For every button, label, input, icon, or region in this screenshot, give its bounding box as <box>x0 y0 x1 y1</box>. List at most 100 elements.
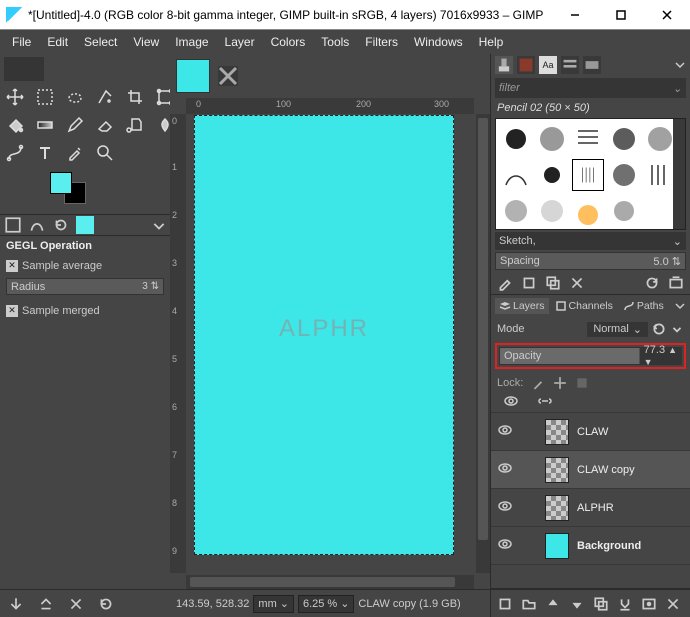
menu-select[interactable]: Select <box>76 31 125 53</box>
delete-tool-preset-icon[interactable] <box>68 596 84 612</box>
path-tool-icon[interactable] <box>6 144 24 162</box>
dock-menu-icon[interactable] <box>152 218 166 232</box>
canvas-scrollbar-horizontal[interactable] <box>186 575 474 589</box>
tab-paths[interactable]: Paths <box>619 298 668 314</box>
zoom-tool-icon[interactable] <box>96 144 114 162</box>
new-layer-group-icon[interactable] <box>521 596 537 612</box>
layer-name[interactable]: ALPHR <box>577 502 614 514</box>
clone-tool-icon[interactable] <box>126 116 144 134</box>
foreground-color[interactable] <box>50 172 72 194</box>
layer-name[interactable]: CLAW <box>577 426 608 438</box>
close-button[interactable] <box>644 0 690 30</box>
tab-channels[interactable]: Channels <box>551 298 617 314</box>
layer-row[interactable]: CLAW copy <box>491 451 690 489</box>
lock-pixels-icon[interactable] <box>531 376 545 390</box>
ruler-horizontal[interactable]: 0 100 200 300 <box>186 98 474 114</box>
zoom-select[interactable]: 6.25 % ⌄ <box>298 595 354 613</box>
visibility-header-icon[interactable] <box>503 393 519 412</box>
layer-name[interactable]: CLAW copy <box>577 464 635 476</box>
brushes-tab-icon[interactable] <box>495 56 513 74</box>
device-status-tab-icon[interactable] <box>28 216 46 234</box>
brush-preset-select[interactable]: Sketch, ⌄ <box>495 232 686 250</box>
image-tab-thumb[interactable] <box>176 59 210 93</box>
eraser-tool-icon[interactable] <box>96 116 114 134</box>
mode-select[interactable]: Normal ⌄ <box>587 322 648 337</box>
brushes-dock-menu-icon[interactable] <box>674 58 686 73</box>
layer-visibility-icon[interactable] <box>497 536 513 555</box>
reset-tool-preset-icon[interactable] <box>98 596 114 612</box>
radius-slider[interactable]: Radius 3 ⇅ <box>6 278 164 295</box>
canvas-area[interactable]: 0 100 200 300 0 1 2 3 4 5 6 7 8 9 ALPHR <box>170 98 490 589</box>
restore-tool-preset-icon[interactable] <box>38 596 54 612</box>
pencil-tool-icon[interactable] <box>66 116 84 134</box>
merge-layer-icon[interactable] <box>617 596 633 612</box>
mode-switch-icon[interactable] <box>670 322 684 336</box>
duplicate-layer-icon[interactable] <box>593 596 609 612</box>
refresh-brushes-icon[interactable] <box>644 275 660 291</box>
delete-brush-icon[interactable] <box>569 275 585 291</box>
ruler-vertical[interactable]: 0 1 2 3 4 5 6 7 8 9 <box>170 114 186 573</box>
brush-filter-input[interactable]: filter ⌄ <box>495 78 686 98</box>
menu-windows[interactable]: Windows <box>406 31 471 53</box>
minimize-button[interactable] <box>552 0 598 30</box>
unit-select[interactable]: mm ⌄ <box>253 595 294 613</box>
open-as-image-icon[interactable] <box>668 275 684 291</box>
save-tool-preset-icon[interactable] <box>8 596 24 612</box>
canvas-scrollbar-vertical[interactable] <box>476 114 490 573</box>
fonts-tab-icon[interactable]: Aa <box>539 56 557 74</box>
undo-history-tab-icon[interactable] <box>52 216 70 234</box>
menu-tools[interactable]: Tools <box>313 31 357 53</box>
menu-file[interactable]: File <box>4 31 39 53</box>
new-layer-icon[interactable] <box>497 596 513 612</box>
color-swatch[interactable] <box>50 172 90 204</box>
layer-row[interactable]: CLAW <box>491 413 690 451</box>
sample-average-checkbox[interactable]: ✕ <box>6 260 18 272</box>
fuzzy-select-tool-icon[interactable] <box>96 88 114 106</box>
gradient-tool-icon[interactable] <box>36 116 54 134</box>
tab-layers[interactable]: Layers <box>495 298 549 314</box>
layer-row[interactable]: ALPHR <box>491 489 690 527</box>
text-tool-icon[interactable] <box>36 144 54 162</box>
toolbox-tab[interactable] <box>4 57 44 81</box>
layer-visibility-icon[interactable] <box>497 460 513 479</box>
canvas[interactable]: ALPHR <box>194 115 454 555</box>
lock-alpha-icon[interactable] <box>575 376 589 390</box>
menu-help[interactable]: Help <box>471 31 512 53</box>
rect-select-tool-icon[interactable] <box>36 88 54 106</box>
link-header-icon[interactable] <box>537 393 553 412</box>
duplicate-brush-icon[interactable] <box>545 275 561 291</box>
free-select-tool-icon[interactable] <box>66 88 84 106</box>
mask-layer-icon[interactable] <box>641 596 657 612</box>
crop-tool-icon[interactable] <box>126 88 144 106</box>
edit-brush-icon[interactable] <box>497 275 513 291</box>
layer-visibility-icon[interactable] <box>497 498 513 517</box>
image-tab-close-icon[interactable] <box>218 66 238 86</box>
menu-view[interactable]: View <box>125 31 167 53</box>
delete-layer-icon[interactable] <box>665 596 681 612</box>
lower-layer-icon[interactable] <box>569 596 585 612</box>
brush-grid[interactable] <box>495 118 686 230</box>
lock-position-icon[interactable] <box>553 376 567 390</box>
brush-spacing-slider[interactable]: Spacing 5.0 ⇅ <box>495 252 686 270</box>
menu-filters[interactable]: Filters <box>357 31 406 53</box>
gradients-tab-icon[interactable] <box>583 56 601 74</box>
menu-layer[interactable]: Layer <box>217 31 263 53</box>
tool-options-tab-icon[interactable] <box>4 216 22 234</box>
layers-dock-menu-icon[interactable] <box>674 299 686 314</box>
layer-name[interactable]: Background <box>577 540 641 552</box>
layer-visibility-icon[interactable] <box>497 422 513 441</box>
raise-layer-icon[interactable] <box>545 596 561 612</box>
images-tab-icon[interactable] <box>76 216 94 234</box>
menu-colors[interactable]: Colors <box>263 31 314 53</box>
color-picker-tool-icon[interactable] <box>66 144 84 162</box>
patterns-tab-icon[interactable] <box>517 56 535 74</box>
layer-row[interactable]: Background <box>491 527 690 565</box>
move-tool-icon[interactable] <box>6 88 24 106</box>
mode-reset-icon[interactable] <box>652 322 666 336</box>
opacity-slider[interactable]: Opacity 77.3▲▼ <box>499 347 682 365</box>
maximize-button[interactable] <box>598 0 644 30</box>
menu-edit[interactable]: Edit <box>39 31 76 53</box>
menu-image[interactable]: Image <box>167 31 216 53</box>
sample-merged-checkbox[interactable]: ✕ <box>6 305 18 317</box>
history-tab-icon[interactable] <box>561 56 579 74</box>
